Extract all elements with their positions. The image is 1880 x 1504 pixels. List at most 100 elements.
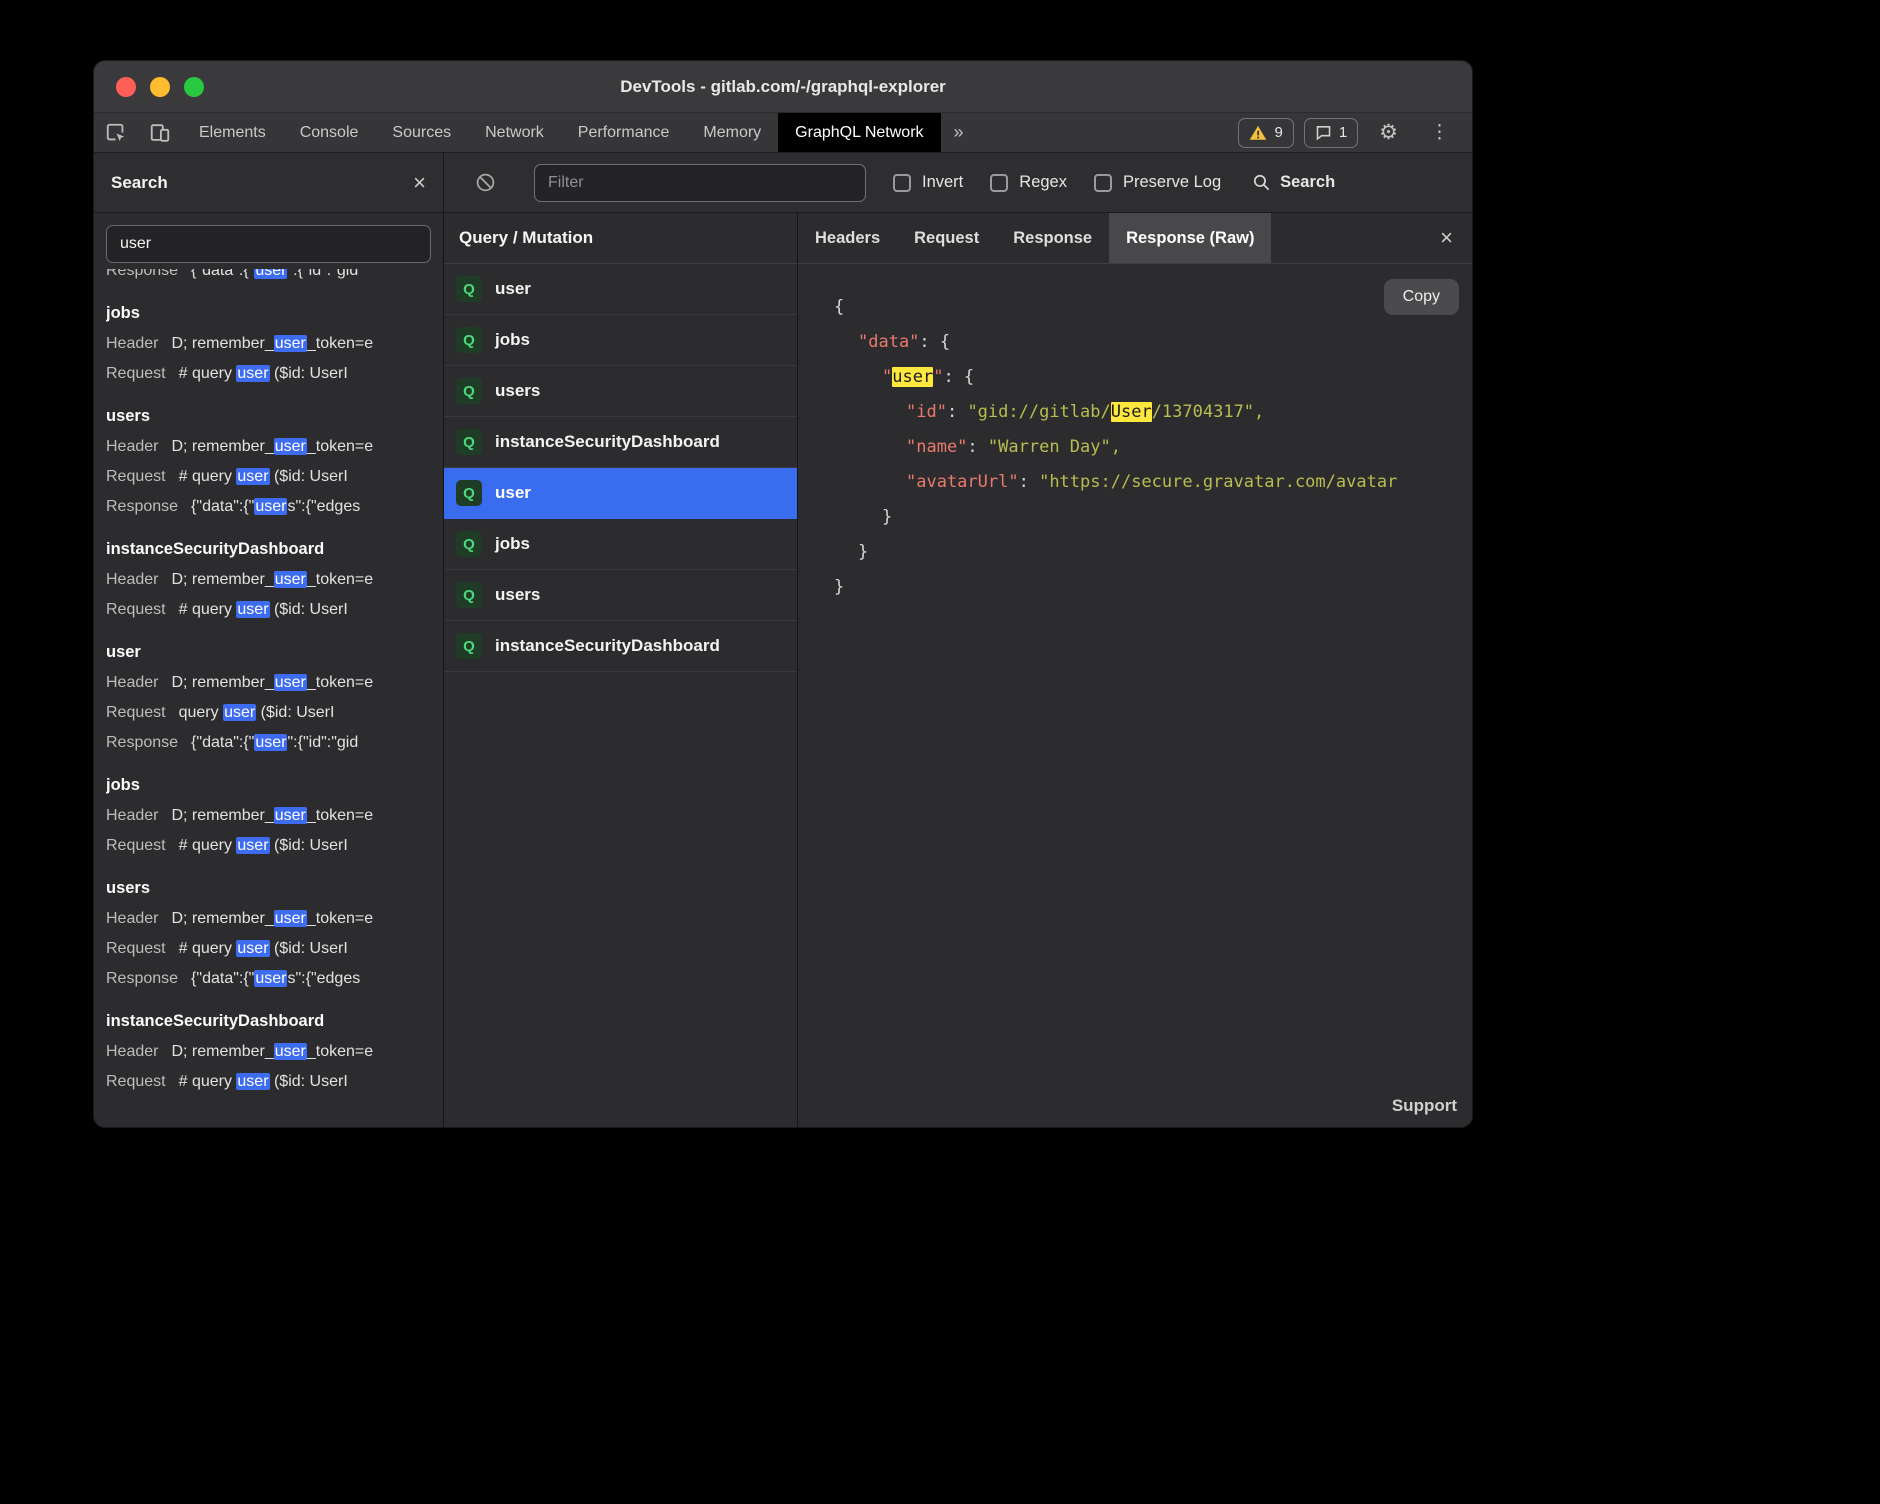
search-result-line[interactable]: Request# query user ($id: UserI (106, 359, 431, 389)
search-result-line[interactable]: HeaderD; remember_user_token=e (106, 432, 431, 462)
query-list-item[interactable]: Q users (444, 570, 797, 621)
tab-request[interactable]: Request (897, 213, 996, 263)
search-result-line[interactable]: HeaderD; remember_user_token=e (106, 801, 431, 831)
query-list-item[interactable]: Q instanceSecurityDashboard (444, 417, 797, 468)
search-result-line[interactable]: Response{"data":{"user":{"id":"gid (106, 269, 431, 286)
traffic-lights (116, 61, 204, 112)
tab-elements[interactable]: Elements (182, 113, 283, 152)
query-list-item[interactable]: Q user (444, 264, 797, 315)
result-group-title[interactable]: jobs (106, 770, 431, 801)
tab-graphql-network[interactable]: GraphQL Network (778, 113, 940, 152)
inspect-element-icon[interactable] (94, 113, 138, 152)
zoom-window-button[interactable] (184, 77, 204, 97)
result-group-title[interactable]: instanceSecurityDashboard (106, 534, 431, 565)
result-group-title[interactable]: user (106, 637, 431, 668)
result-line-label: Request (106, 601, 166, 618)
query-list-item[interactable]: Q jobs (444, 519, 797, 570)
result-group-title[interactable]: instanceSecurityDashboard (106, 1006, 431, 1037)
result-text: ($id: UserI (270, 365, 348, 382)
search-result-line[interactable]: Response{"data":{"users":{"edges (106, 492, 431, 522)
search-result-line[interactable]: Request# query user ($id: UserI (106, 1067, 431, 1097)
search-input[interactable] (106, 225, 431, 263)
json-line: "data": { (834, 325, 1472, 360)
settings-gear-icon[interactable]: ⚙ (1368, 122, 1409, 143)
result-line-label: Response (106, 498, 178, 515)
json-line: } (834, 500, 1472, 535)
result-text: _token=e (307, 438, 373, 455)
query-type-icon: Q (456, 378, 482, 404)
result-line-label: Header (106, 674, 158, 691)
search-toggle-button[interactable]: Search (1252, 173, 1335, 192)
clear-log-icon[interactable] (464, 172, 507, 193)
detail-tabs: Headers Request Response Response (Raw) … (798, 213, 1472, 264)
more-tabs-chevron-icon[interactable]: » (941, 113, 977, 152)
search-button-label: Search (1280, 173, 1335, 192)
tab-memory[interactable]: Memory (686, 113, 778, 152)
invert-checkbox[interactable]: Invert (893, 173, 963, 192)
query-list-item-selected[interactable]: Q user (444, 468, 797, 519)
console-warnings-badge[interactable]: 9 (1238, 118, 1293, 148)
search-result-line[interactable]: HeaderD; remember_user_token=e (106, 1037, 431, 1067)
search-icon (1252, 173, 1271, 192)
more-options-icon[interactable]: ⋮ (1419, 123, 1460, 142)
tab-headers[interactable]: Headers (798, 213, 897, 263)
query-name: instanceSecurityDashboard (495, 432, 720, 452)
result-text: D; remember_ (171, 571, 273, 588)
result-group-title[interactable]: users (106, 401, 431, 432)
query-list-item[interactable]: Q jobs (444, 315, 797, 366)
search-result-line[interactable]: Request# query user ($id: UserI (106, 462, 431, 492)
search-result-line[interactable]: Request# query user ($id: UserI (106, 934, 431, 964)
tab-network[interactable]: Network (468, 113, 561, 152)
tab-sources[interactable]: Sources (375, 113, 468, 152)
search-result-line[interactable]: Requestquery user ($id: UserI (106, 698, 431, 728)
detail-pane: Headers Request Response Response (Raw) … (798, 213, 1472, 1127)
checkbox-box (1094, 174, 1112, 192)
json-punct: : (967, 437, 987, 457)
tab-response[interactable]: Response (996, 213, 1109, 263)
json-line: } (834, 535, 1472, 570)
preserve-log-checkbox[interactable]: Preserve Log (1094, 173, 1221, 192)
search-result-line[interactable]: Response{"data":{"user":{"id":"gid (106, 728, 431, 758)
search-result-line[interactable]: Request# query user ($id: UserI (106, 595, 431, 625)
search-result-line[interactable]: HeaderD; remember_user_token=e (106, 668, 431, 698)
close-window-button[interactable] (116, 77, 136, 97)
result-text: ":{"id":"gid (287, 269, 358, 279)
copy-button[interactable]: Copy (1384, 279, 1459, 315)
match-highlight: user (236, 601, 269, 618)
result-group-title[interactable]: users (106, 873, 431, 904)
query-name: user (495, 483, 531, 503)
query-list-item[interactable]: Q instanceSecurityDashboard (444, 621, 797, 672)
regex-checkbox[interactable]: Regex (990, 173, 1067, 192)
result-group-title[interactable]: jobs (106, 298, 431, 329)
panel-toolbar: Search × Invert Regex Preserve Log (94, 153, 1472, 213)
result-text: D; remember_ (171, 438, 273, 455)
tab-response-raw[interactable]: Response (Raw) (1109, 213, 1271, 263)
json-key: "avatarUrl" (906, 472, 1019, 492)
checkbox-box (893, 174, 911, 192)
device-toolbar-icon[interactable] (138, 113, 182, 152)
support-link[interactable]: Support (1392, 1096, 1457, 1116)
query-name: users (495, 381, 540, 401)
close-search-icon[interactable]: × (413, 172, 426, 194)
result-text: D; remember_ (171, 807, 273, 824)
minimize-window-button[interactable] (150, 77, 170, 97)
result-text: {"data":{" (191, 970, 254, 987)
json-key: " (933, 367, 943, 387)
tab-console[interactable]: Console (283, 113, 376, 152)
title-bar: DevTools - gitlab.com/-/graphql-explorer (94, 61, 1472, 113)
console-messages-badge[interactable]: 1 (1304, 118, 1358, 148)
search-result-line[interactable]: HeaderD; remember_user_token=e (106, 329, 431, 359)
search-result-line[interactable]: HeaderD; remember_user_token=e (106, 904, 431, 934)
result-text: D; remember_ (171, 335, 273, 352)
query-type-icon: Q (456, 480, 482, 506)
close-detail-icon[interactable]: × (1421, 213, 1472, 263)
result-text: {"data":{" (191, 734, 254, 751)
search-result-line[interactable]: HeaderD; remember_user_token=e (106, 565, 431, 595)
match-highlight: user (223, 704, 256, 721)
search-result-line[interactable]: Request# query user ($id: UserI (106, 831, 431, 861)
search-result-line[interactable]: Response{"data":{"users":{"edges (106, 964, 431, 994)
search-results-list[interactable]: Response{"data":{"user":{"id":"gid jobs … (94, 269, 443, 1127)
query-list-item[interactable]: Q users (444, 366, 797, 417)
tab-performance[interactable]: Performance (561, 113, 687, 152)
filter-input[interactable] (534, 164, 866, 202)
